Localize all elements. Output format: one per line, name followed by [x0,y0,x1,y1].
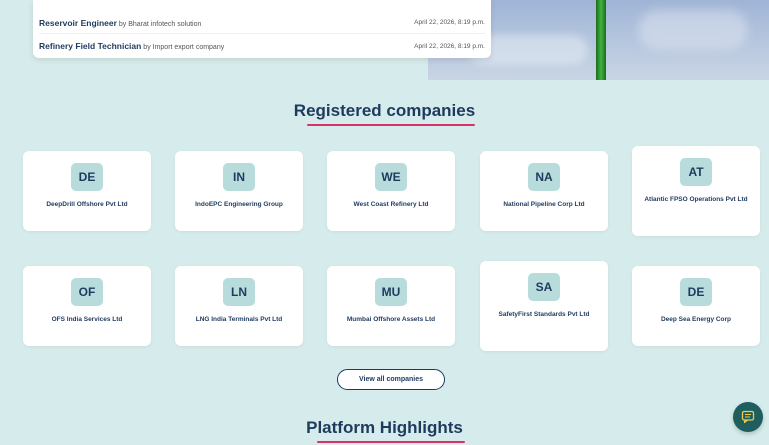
company-initials-badge: DE [680,278,712,306]
company-initials-badge: OF [71,278,103,306]
job-date: April 22, 2026, 8:19 p.m. [414,42,485,50]
chat-icon [741,410,755,424]
company-card[interactable]: WE West Coast Refinery Ltd [327,151,455,231]
job-date: April 22, 2026, 8:19 p.m. [414,19,485,26]
company-card[interactable]: OF OFS India Services Ltd [23,266,151,346]
company-card[interactable]: IN IndoEPC Engineering Group [175,151,303,231]
company-card[interactable]: AT Atlantic FPSO Operations Pvt Ltd [632,146,760,236]
company-name: Mumbai Offshore Assets Ltd [346,316,436,323]
company-name: West Coast Refinery Ltd [353,201,429,208]
company-name: DeepDrill Offshore Pvt Ltd [46,201,128,208]
company-card[interactable]: MU Mumbai Offshore Assets Ltd [327,266,455,346]
job-row[interactable]: Refinery Field Technician by Import expo… [39,35,485,57]
pole-graphic [596,0,606,80]
job-row[interactable]: Reservoir Engineer by Bharat infotech so… [39,12,485,34]
company-initials-badge: NA [528,163,560,191]
company-initials-badge: WE [375,163,407,191]
company-initials-badge: AT [680,158,712,186]
job-company: by Import export company [143,44,225,51]
platform-highlights-heading: Platform Highlights [306,418,463,437]
company-name: Deep Sea Energy Corp [660,316,732,323]
company-name: Atlantic FPSO Operations Pvt Ltd [644,196,748,203]
company-card[interactable]: DE Deep Sea Energy Corp [632,266,760,346]
heading-underline [317,441,465,443]
registered-companies-heading: Registered companies [293,101,476,120]
company-initials-badge: IN [223,163,255,191]
job-title[interactable]: Reservoir Engineer [39,18,117,28]
company-name: IndoEPC Engineering Group [195,201,283,208]
company-initials-badge: MU [375,278,407,306]
company-card[interactable]: LN LNG India Terminals Pvt Ltd [175,266,303,346]
recent-jobs-card: Reservoir Engineer by Bharat infotech so… [33,0,491,58]
job-company: by Bharat infotech solution [118,20,202,28]
view-all-companies-button[interactable]: View all companies [337,369,445,390]
company-initials-badge: DE [71,163,103,191]
heading-underline [307,124,475,126]
company-name: OFS India Services Ltd [51,316,123,323]
company-card[interactable]: SA SafetyFirst Standards Pvt Ltd [480,261,608,351]
company-name: National Pipeline Corp Ltd [503,201,585,208]
company-name: SafetyFirst Standards Pvt Ltd [498,311,590,318]
company-card[interactable]: DE DeepDrill Offshore Pvt Ltd [23,151,151,231]
company-name: LNG India Terminals Pvt Ltd [195,316,283,323]
company-initials-badge: LN [223,278,255,306]
company-card[interactable]: NA National Pipeline Corp Ltd [480,151,608,231]
company-initials-badge: SA [528,273,560,301]
chat-button[interactable] [733,402,763,432]
job-title[interactable]: Refinery Field Technician [39,41,141,51]
